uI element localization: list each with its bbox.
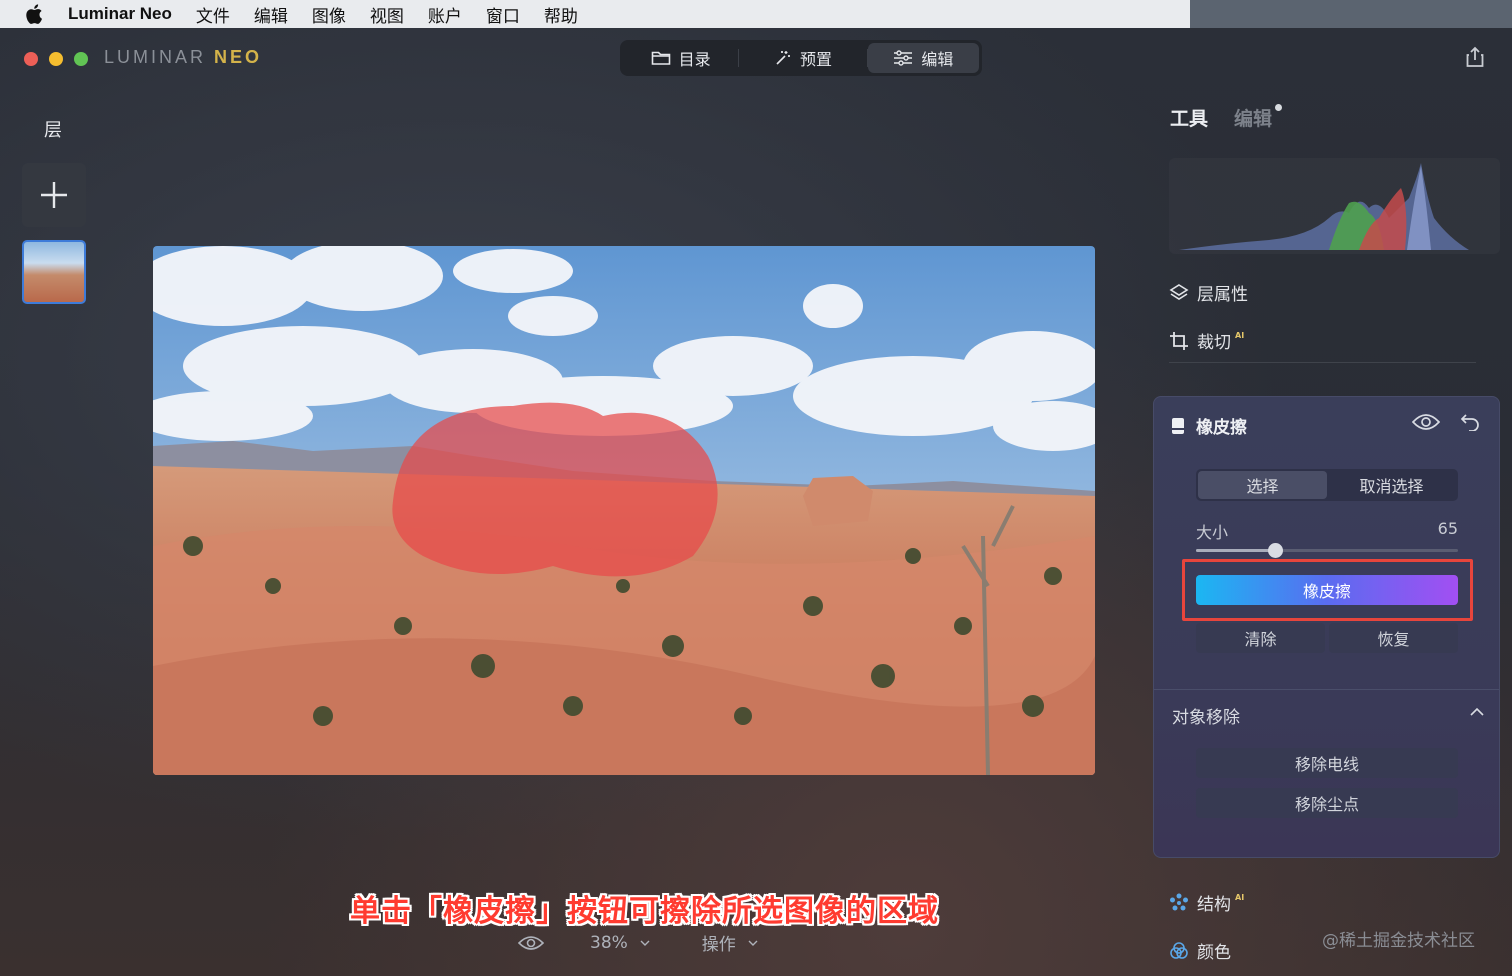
section-divider	[1154, 689, 1499, 690]
watermark: @稀土掘金技术社区	[1322, 931, 1475, 951]
operations-menu[interactable]: 操作	[702, 930, 736, 955]
menu-edit[interactable]: 编辑	[254, 2, 288, 27]
edits-indicator-dot	[1275, 104, 1283, 111]
chevron-down-icon	[748, 940, 758, 946]
size-label: 大小	[1196, 523, 1229, 542]
brand-neo: NEO	[214, 47, 263, 67]
plus-icon	[41, 182, 67, 208]
close-window-button[interactable]	[24, 52, 38, 66]
deselect-button[interactable]: 取消选择	[1327, 471, 1456, 499]
select-button[interactable]: 选择	[1198, 471, 1327, 499]
zoom-window-button[interactable]	[74, 52, 88, 66]
eraser-title: 橡皮擦	[1196, 418, 1247, 438]
remove-dust-button[interactable]: 移除尘点	[1196, 788, 1458, 818]
mode-tab-bar: 目录 预置 编辑	[620, 40, 982, 76]
reset-undo-icon[interactable]	[1460, 413, 1480, 431]
layers-title: 层	[44, 120, 62, 141]
app-menu[interactable]: Luminar Neo	[68, 4, 172, 24]
canvas-bottom-bar: 38% 操作	[518, 930, 758, 955]
clear-restore-row: 清除 恢复	[1196, 623, 1458, 653]
ai-badge: AI	[1235, 893, 1245, 902]
share-icon[interactable]	[1464, 46, 1486, 68]
landscape-photo	[153, 246, 1095, 775]
menu-view[interactable]: 视图	[370, 2, 404, 27]
layer-properties-item[interactable]: 层属性	[1169, 280, 1248, 305]
tab-tools[interactable]: 工具	[1170, 104, 1208, 131]
size-value: 65	[1437, 519, 1458, 538]
app-logo: LUMINAR NEO	[104, 47, 262, 68]
tools-edits-tabs: 工具 编辑	[1170, 104, 1283, 131]
histogram	[1169, 158, 1500, 254]
structure-item[interactable]: 结构 AI	[1169, 890, 1244, 915]
tab-edit[interactable]: 编辑	[867, 43, 980, 73]
color-item[interactable]: 颜色	[1169, 938, 1231, 963]
size-row: 大小 65	[1196, 519, 1458, 543]
menu-bar: Luminar Neo 文件 编辑 图像 视图 账户 窗口 帮助	[0, 0, 1190, 28]
size-slider-knob[interactable]	[1267, 543, 1283, 558]
folder-icon	[651, 51, 670, 65]
size-slider[interactable]	[1196, 543, 1458, 558]
eraser-header[interactable]: 橡皮擦	[1170, 413, 1247, 438]
app-window: LUMINAR NEO 目录 预置 编辑 层 单击「橡皮擦」按钮可擦除所选图像的…	[0, 28, 1512, 976]
structure-icon	[1170, 893, 1188, 910]
size-slider-fill	[1196, 549, 1275, 552]
menu-window[interactable]: 窗口	[486, 2, 520, 27]
zoom-level[interactable]: 38%	[590, 933, 628, 953]
tab-presets-label: 预置	[799, 50, 832, 69]
layer-properties-label: 层属性	[1197, 285, 1248, 305]
minimize-window-button[interactable]	[49, 52, 63, 66]
window-controls	[24, 52, 88, 66]
tab-edit-label: 编辑	[921, 50, 954, 69]
eraser-mask-overlay	[392, 402, 718, 577]
selection-mode-toggle: 选择 取消选择	[1196, 469, 1458, 501]
tab-catalog-label: 目录	[678, 50, 711, 69]
clear-button[interactable]: 清除	[1196, 623, 1325, 653]
color-icon	[1170, 941, 1188, 959]
ai-badge: AI	[1235, 331, 1245, 340]
eye-icon[interactable]	[518, 935, 544, 951]
structure-label: 结构	[1197, 895, 1231, 915]
apple-logo-icon[interactable]	[24, 4, 44, 24]
tab-edits-label: 编辑	[1234, 108, 1273, 130]
restore-button[interactable]: 恢复	[1329, 623, 1458, 653]
brand-luminar: LUMINAR	[104, 47, 207, 67]
sliders-icon	[894, 50, 913, 66]
eraser-icon	[1172, 417, 1184, 434]
tab-catalog[interactable]: 目录	[623, 43, 738, 73]
chevron-down-icon	[640, 940, 650, 946]
magic-wand-icon	[776, 51, 790, 65]
menu-image[interactable]: 图像	[312, 2, 346, 27]
panel-divider	[1169, 362, 1476, 363]
visibility-eye-icon[interactable]	[1412, 413, 1440, 431]
layers-icon	[1169, 283, 1189, 300]
crop-label: 裁切	[1197, 333, 1231, 353]
menu-account[interactable]: 账户	[428, 2, 462, 27]
instruction-caption: 单击「橡皮擦」按钮可擦除所选图像的区域	[350, 894, 939, 929]
chevron-up-icon[interactable]	[1470, 707, 1484, 716]
remove-wires-button[interactable]: 移除电线	[1196, 748, 1458, 778]
color-label: 颜色	[1197, 943, 1231, 963]
menu-file[interactable]: 文件	[196, 2, 230, 27]
menu-bar-extra	[1190, 0, 1512, 28]
photo-canvas[interactable]	[153, 246, 1095, 775]
tab-edits[interactable]: 编辑	[1234, 104, 1283, 131]
crop-item[interactable]: 裁切 AI	[1169, 328, 1244, 353]
eraser-panel: 橡皮擦 选择 取消选择 大小 65 橡皮擦 清除 恢复 对象移除 移除电线 移除…	[1153, 396, 1500, 858]
object-removal-title[interactable]: 对象移除	[1172, 703, 1240, 728]
layer-thumbnail[interactable]	[22, 240, 86, 304]
tab-presets[interactable]: 预置	[739, 43, 866, 73]
erase-button[interactable]: 橡皮擦	[1196, 575, 1458, 605]
add-layer-button[interactable]	[22, 163, 86, 227]
crop-icon	[1170, 331, 1188, 350]
menu-help[interactable]: 帮助	[544, 2, 578, 27]
